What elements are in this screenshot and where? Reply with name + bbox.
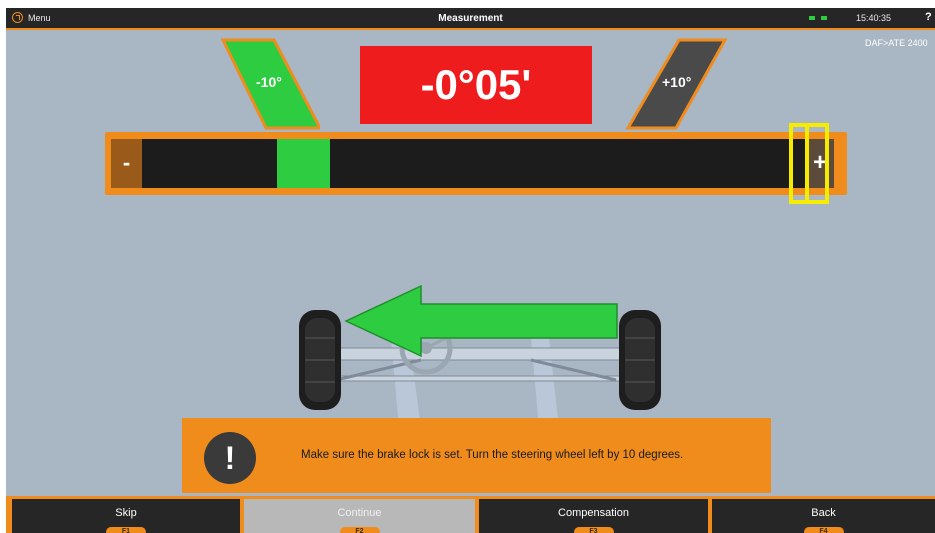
continue-button[interactable]: Continue F2 <box>244 499 475 533</box>
top-bar: Menu Measurement 15:40:35 ? <box>6 8 935 30</box>
tolerance-min-flag: -10° <box>220 38 320 130</box>
position-indicator <box>789 123 829 204</box>
measurement-value: -0°05' <box>360 46 592 124</box>
scale-track <box>142 139 806 188</box>
skip-button[interactable]: Skip F1 <box>12 499 240 533</box>
compensation-button[interactable]: Compensation F3 <box>479 499 708 533</box>
arrow-left-icon <box>344 284 618 358</box>
steering-scale: - + <box>105 123 847 204</box>
tolerance-max-label: +10° <box>662 74 692 90</box>
f1-badge: F1 <box>106 527 146 533</box>
back-button[interactable]: Back F4 <box>712 499 935 533</box>
f3-badge: F3 <box>573 527 614 533</box>
compensation-label: Compensation <box>558 507 629 519</box>
function-key-bar: Skip F1 Continue F2 Compensation F3 Back… <box>6 496 935 533</box>
vehicle-label: DAF>ATE 2400 <box>865 38 928 48</box>
f2-badge: F2 <box>339 527 380 533</box>
tolerance-zone <box>277 139 330 188</box>
axle-graphic <box>281 278 671 433</box>
help-button[interactable]: ? <box>925 11 932 23</box>
connection-icon <box>809 16 827 20</box>
instruction-text: Make sure the brake lock is set. Turn th… <box>301 449 684 461</box>
continue-label: Continue <box>337 507 382 519</box>
tolerance-max-flag: +10° <box>620 38 730 130</box>
topbar-divider <box>6 28 935 30</box>
page-title: Measurement <box>438 13 503 24</box>
skip-label: Skip <box>115 507 137 519</box>
f4-badge: F4 <box>803 527 844 533</box>
scale-minus: - <box>111 139 142 188</box>
clock: 15:40:35 <box>856 13 892 23</box>
instruction-panel: ! Make sure the brake lock is set. Turn … <box>182 418 771 493</box>
alert-icon: ! <box>204 432 256 484</box>
back-label: Back <box>811 507 836 519</box>
tolerance-min-label: -10° <box>256 74 282 90</box>
measurement-screen: Menu Measurement 15:40:35 ? DAF>ATE 2400… <box>6 8 935 533</box>
